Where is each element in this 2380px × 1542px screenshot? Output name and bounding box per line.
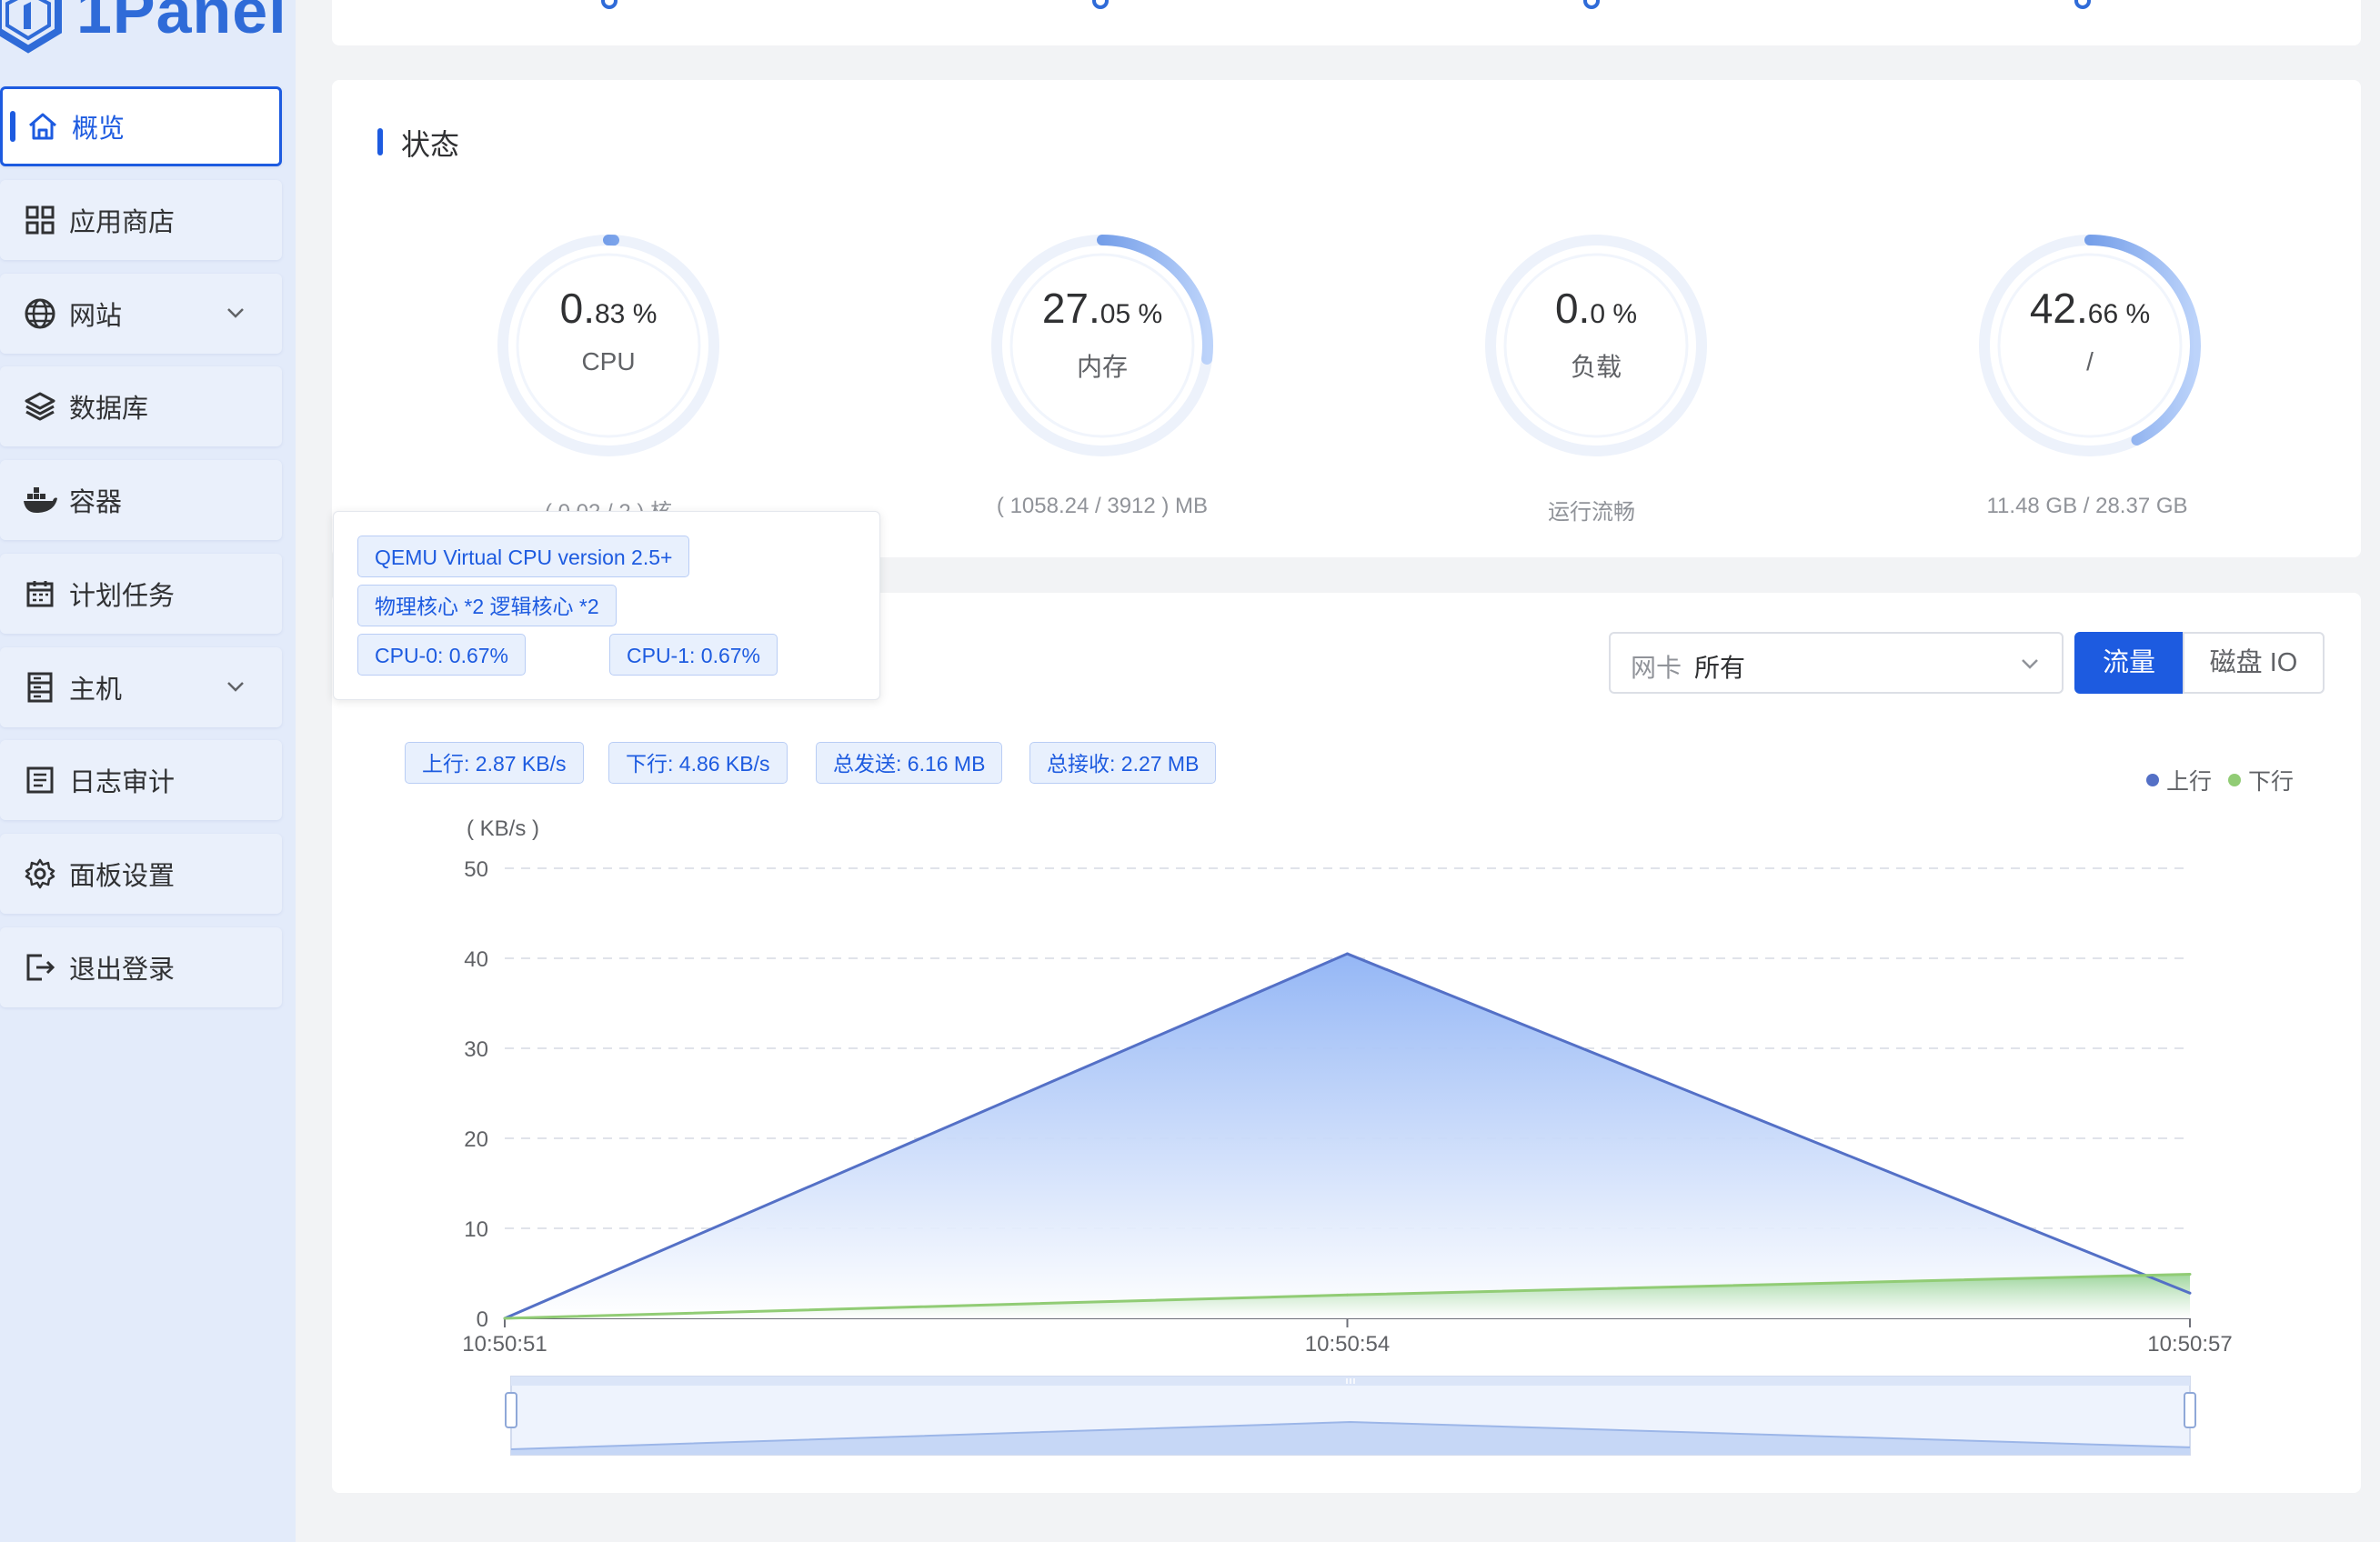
y-tick-label: 40 [464, 947, 488, 972]
zoom-handle-right[interactable] [2184, 1392, 2196, 1428]
info-icon [1583, 0, 1600, 9]
gauge-value: 27.05 % [1041, 285, 1163, 332]
gauge-ring [497, 235, 719, 456]
sidebar-item-label: 日志审计 [69, 768, 176, 797]
sidebar-item-label: 面板设置 [69, 862, 176, 891]
y-tick-label: 0 [477, 1307, 488, 1332]
data-point [1346, 952, 1349, 956]
sidebar-item-label: 网站 [69, 302, 123, 331]
y-axis-unit: ( KB/s ) [467, 816, 539, 841]
home-icon [25, 108, 61, 145]
sidebar-item-host[interactable]: 主机 [0, 647, 282, 727]
chevron-down-icon [227, 308, 244, 318]
top-info-card [332, 0, 2361, 45]
sidebar-item-label: 概览 [72, 115, 126, 144]
gear-icon [22, 856, 58, 892]
sidebar-item-container[interactable]: 容器 [0, 460, 282, 540]
sidebar-item-overview[interactable]: 概览 [0, 86, 282, 166]
gauge-value: 42.66 % [2029, 285, 2151, 332]
gauge-inner-ring [516, 253, 701, 438]
gauge-ring [991, 235, 1213, 456]
sidebar-item-label: 计划任务 [69, 582, 176, 611]
gauge-label: 内存 [1076, 353, 1128, 381]
traffic-chart[interactable]: ( KB/s ) 0 10 20 30 40 50 10:50:51 10:50:54 10:50… [332, 593, 2361, 1493]
log-icon [22, 762, 58, 798]
sidebar-item-label: 应用商店 [69, 208, 176, 237]
memory-gauge[interactable]: 27.05 % 内存 [984, 227, 1220, 464]
gauge-label: CPU [581, 347, 636, 375]
logout-icon [22, 949, 58, 986]
sidebar-item-label: 数据库 [69, 395, 149, 424]
gauge-inner-ring [1503, 253, 1689, 438]
globe-icon [22, 295, 58, 332]
y-tick-label: 20 [464, 1127, 488, 1152]
gauge-inner-ring [1997, 253, 2183, 438]
info-icon [1092, 0, 1109, 9]
brand-name: 1Panel [76, 0, 287, 46]
active-indicator [10, 111, 15, 142]
gauge-label: 负载 [1570, 353, 1622, 381]
gauge-track [1485, 235, 1707, 456]
cpu-gauge[interactable]: 0.83 % CPU [490, 227, 727, 464]
load-status: 运行流畅 [1548, 500, 1635, 525]
x-tick-label: 10:50:54 [1305, 1332, 1390, 1357]
memory-usage: ( 1058.24 / 3912 ) MB [996, 494, 1209, 518]
data-zoom-slider[interactable] [505, 1376, 2196, 1456]
disk-usage: 11.48 GB / 28.37 GB [1986, 494, 2188, 518]
gauge-ring [1485, 235, 1707, 456]
logo-shield-icon [0, 0, 62, 54]
sidebar-item-label: 容器 [69, 488, 123, 517]
cpu-detail-popover: QEMU Virtual CPU version 2.5+ 物理核心 *2 逻辑… [333, 511, 880, 700]
cpu1-tag: CPU-1: 0.67% [609, 634, 778, 676]
x-tick-label: 10:50:57 [2147, 1332, 2232, 1357]
logo: 1Panel [0, 0, 296, 73]
data-point [2188, 1272, 2192, 1276]
info-icon [2074, 0, 2091, 9]
sidebar-item-label: 退出登录 [69, 956, 176, 985]
calendar-icon [22, 576, 58, 612]
disk-gauge[interactable]: 42.66 % / [1972, 227, 2208, 464]
cpu-cores-tag: 物理核心 *2 逻辑核心 *2 [357, 585, 617, 626]
gauge-label: / [2086, 347, 2094, 375]
sidebar-item-logout[interactable]: 退出登录 [0, 927, 282, 1007]
sidebar: 1Panel 概览 应用商店 网站 数据库 容器 计划任务 主机 日志审计 面板… [0, 0, 296, 1542]
sidebar-item-website[interactable]: 网站 [0, 274, 282, 354]
data-point [2188, 1291, 2192, 1295]
y-tick-label: 10 [464, 1217, 488, 1242]
y-tick-label: 30 [464, 1037, 488, 1062]
sidebar-item-database[interactable]: 数据库 [0, 366, 282, 446]
status-title: 状态 [401, 128, 460, 161]
layers-icon [22, 388, 58, 425]
sidebar-item-app-store[interactable]: 应用商店 [0, 180, 282, 260]
data-point [503, 1317, 507, 1320]
monitor-card: 网卡 所有 流量 磁盘 IO 上行: 2.87 KB/s 下行: 4.86 KB… [332, 593, 2361, 1493]
y-tick-label: 50 [464, 857, 488, 882]
docker-icon [22, 482, 58, 518]
x-tick-label: 10:50:51 [462, 1332, 547, 1357]
sidebar-item-logs[interactable]: 日志审计 [0, 740, 282, 820]
zoom-handle-left[interactable] [505, 1392, 517, 1428]
server-icon [22, 669, 58, 706]
gauge-value: 0.83 % [559, 285, 658, 332]
sidebar-item-label: 主机 [69, 676, 123, 705]
gauge-ring [1979, 235, 2201, 456]
cpu0-tag: CPU-0: 0.67% [357, 634, 527, 676]
gauge-track [497, 235, 719, 456]
load-gauge[interactable]: 0.0 % 负载 [1478, 227, 1714, 464]
sidebar-item-settings[interactable]: 面板设置 [0, 834, 282, 914]
title-accent [377, 128, 383, 155]
info-icon [601, 0, 618, 9]
grid-icon [22, 202, 58, 238]
cpu-model-tag: QEMU Virtual CPU version 2.5+ [357, 536, 690, 577]
chevron-down-icon [227, 682, 244, 692]
status-card: 状态 0.83 % CPU ( 0.02 / 2 ) 核 27.05 % 内存 … [332, 80, 2361, 557]
sidebar-item-cron[interactable]: 计划任务 [0, 554, 282, 634]
series-area-up [505, 954, 2190, 1318]
data-point [1346, 1293, 1349, 1297]
gauge-value: 0.0 % [1554, 285, 1638, 332]
gauge-inner-ring [1009, 253, 1195, 438]
